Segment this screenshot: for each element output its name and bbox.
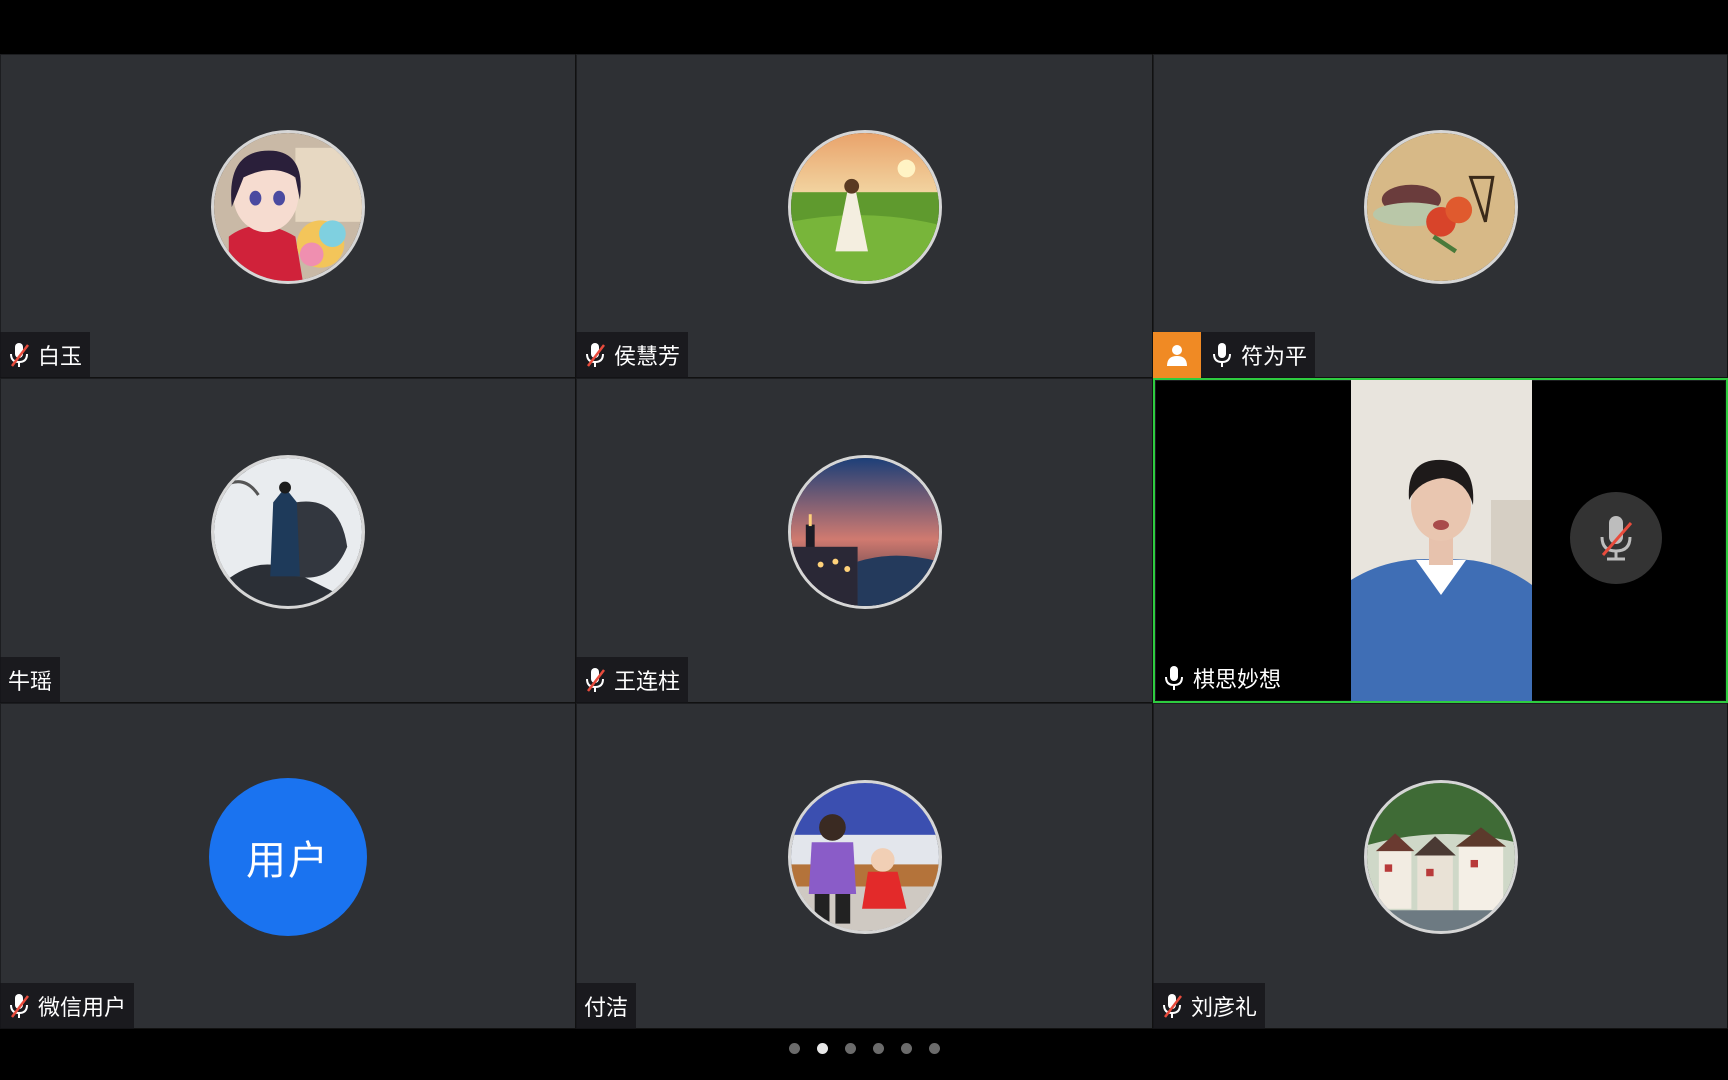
- host-badge-icon: [1153, 332, 1201, 378]
- participant-name: 白玉: [38, 345, 83, 370]
- page-dot[interactable]: [928, 1042, 940, 1054]
- muted-mic-icon: [584, 666, 606, 694]
- participant-name-bar: 符为平: [1153, 332, 1316, 378]
- participant-name-bar: 棋思妙想: [1155, 655, 1289, 701]
- participant-tile[interactable]: 用户 微信用户: [0, 703, 576, 1029]
- muted-mic-icon: [8, 341, 30, 369]
- ink-warrior-avatar: [211, 454, 365, 609]
- city-night-avatar: [787, 454, 942, 609]
- participant-tile[interactable]: 牛瑶: [0, 378, 576, 703]
- page-dot[interactable]: [900, 1042, 912, 1054]
- participant-name: 侯慧芳: [614, 345, 681, 370]
- participant-name-bar: 付洁: [576, 983, 637, 1029]
- participant-video: [1351, 380, 1532, 701]
- muted-mic-icon: [584, 341, 606, 369]
- village-houses-avatar: [1363, 780, 1518, 934]
- mute-toggle-button[interactable]: [1570, 492, 1662, 584]
- participant-tile[interactable]: 王连柱: [576, 378, 1153, 703]
- text-avatar: 用户: [209, 778, 367, 936]
- fruit-painting-avatar: [1363, 130, 1518, 284]
- anime-girl-avatar: [211, 130, 365, 284]
- participant-name: 刘彦礼: [1191, 996, 1258, 1021]
- page-dot[interactable]: [844, 1042, 856, 1054]
- muted-mic-icon: [8, 992, 30, 1020]
- participant-grid: 白玉 侯慧芳 符为平 牛瑶 王连柱 棋思妙想 用户 微信用户 付洁 刘彦礼: [0, 54, 1728, 1029]
- page-dot-active[interactable]: [816, 1042, 828, 1054]
- participant-name: 棋思妙想: [1193, 668, 1282, 693]
- participant-tile[interactable]: 白玉: [0, 54, 576, 378]
- participant-name: 付洁: [584, 996, 629, 1021]
- muted-mic-icon: [1161, 992, 1183, 1020]
- participant-name: 牛瑶: [8, 670, 53, 695]
- participant-name: 符为平: [1241, 345, 1308, 370]
- participant-name: 微信用户: [38, 996, 127, 1021]
- participant-name-bar: 侯慧芳: [576, 332, 689, 378]
- meeting-gallery-view: 白玉 侯慧芳 符为平 牛瑶 王连柱 棋思妙想 用户 微信用户 付洁 刘彦礼: [0, 0, 1728, 1080]
- page-indicator[interactable]: [0, 1036, 1728, 1060]
- grassland-sunset-avatar: [787, 130, 942, 284]
- participant-name: 王连柱: [614, 670, 681, 695]
- participant-name-bar: 王连柱: [576, 657, 689, 703]
- participant-name-bar: 刘彦礼: [1153, 983, 1266, 1029]
- page-dot[interactable]: [872, 1042, 884, 1054]
- kids-photo-avatar: [787, 780, 942, 934]
- participant-tile[interactable]: 侯慧芳: [576, 54, 1153, 378]
- active-speaker-video-tile[interactable]: 棋思妙想: [1153, 378, 1728, 703]
- mic-icon: [1211, 341, 1233, 369]
- mic-icon: [1163, 664, 1185, 692]
- participant-name-bar: 微信用户: [0, 983, 135, 1029]
- participant-name-bar: 牛瑶: [0, 657, 61, 703]
- participant-tile[interactable]: 符为平: [1153, 54, 1728, 378]
- page-dot[interactable]: [788, 1042, 800, 1054]
- participant-name-bar: 白玉: [0, 332, 91, 378]
- participant-tile[interactable]: 付洁: [576, 703, 1153, 1029]
- participant-tile[interactable]: 刘彦礼: [1153, 703, 1728, 1029]
